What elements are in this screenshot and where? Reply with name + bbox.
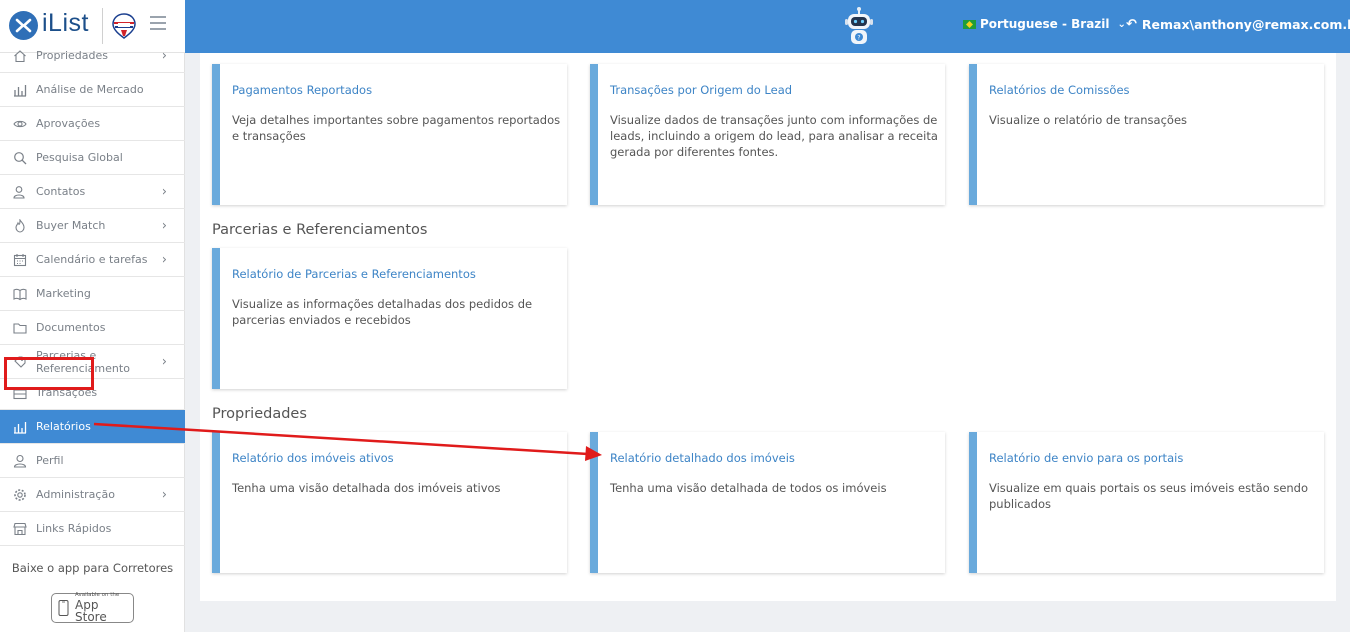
card-description: Visualize dados de transações junto com … bbox=[610, 113, 938, 159]
card-description: Tenha uma visão detalhada de todos os im… bbox=[610, 481, 887, 495]
sidebar-item-perfil[interactable]: Perfil bbox=[0, 444, 185, 478]
highlight-box bbox=[4, 357, 94, 390]
reports-icon bbox=[13, 420, 27, 434]
card-description: Visualize em quais portais os seus imóve… bbox=[989, 481, 1309, 511]
report-card-pagamentos-reportados[interactable]: Pagamentos Reportados Veja detalhes impo… bbox=[212, 64, 567, 205]
sidebar-item-aprovacoes[interactable]: Aprovações bbox=[0, 107, 185, 141]
card-title[interactable]: Relatório de Parcerias e Referenciamento… bbox=[232, 267, 476, 281]
home-icon bbox=[13, 49, 27, 63]
chevron-right-icon: › bbox=[161, 487, 167, 502]
menu-toggle-icon[interactable] bbox=[150, 16, 166, 30]
sidebar-item-label: Documentos bbox=[36, 321, 106, 334]
card-title[interactable]: Relatório de envio para os portais bbox=[989, 451, 1183, 465]
sidebar-item-label: Administração bbox=[36, 488, 115, 501]
chevron-right-icon: › bbox=[161, 354, 167, 369]
folder-icon bbox=[13, 321, 27, 335]
report-card-detalhado-imoveis[interactable]: Relatório detalhado dos imóveis Tenha um… bbox=[590, 432, 945, 573]
app-download-title: Baixe o app para Corretores bbox=[11, 561, 174, 575]
user-account[interactable]: ↶ Remax\anthony@remax.com.br bbox=[1126, 17, 1350, 32]
assistant-robot-icon[interactable]: ? bbox=[842, 6, 876, 48]
card-title[interactable]: Relatórios de Comissões bbox=[989, 83, 1130, 97]
ilist-logo-icon[interactable] bbox=[9, 11, 38, 40]
sidebar-item-pesquisa-global[interactable]: Pesquisa Global bbox=[0, 141, 185, 175]
report-card-transacoes-origem-lead[interactable]: Transações por Origem do Lead Visualize … bbox=[590, 64, 945, 205]
sidebar-item-label: Relatórios bbox=[36, 420, 91, 433]
gear-icon bbox=[13, 488, 27, 502]
store-icon bbox=[13, 522, 27, 536]
sidebar-item-documentos[interactable]: Documentos bbox=[0, 311, 185, 345]
chevron-right-icon: › bbox=[161, 252, 167, 267]
svg-text:?: ? bbox=[857, 35, 860, 42]
sidebar-item-label: Links Rápidos bbox=[36, 522, 112, 535]
user-email: Remax\anthony@remax.com.br bbox=[1141, 17, 1350, 32]
report-card-parcerias[interactable]: Relatório de Parcerias e Referenciamento… bbox=[212, 248, 567, 389]
chevron-right-icon: › bbox=[161, 218, 167, 233]
report-card-relatorios-comissoes[interactable]: Relatórios de Comissões Visualize o rela… bbox=[969, 64, 1324, 205]
sidebar-item-links-rapidos[interactable]: Links Rápidos bbox=[0, 512, 185, 546]
sidebar-item-propriedades[interactable]: Propriedades › bbox=[0, 39, 185, 73]
remax-balloon-icon bbox=[110, 12, 138, 40]
sidebar-item-label: Marketing bbox=[36, 287, 91, 300]
eye-icon bbox=[13, 117, 27, 131]
app-store-button[interactable]: Available on the App Store bbox=[51, 592, 134, 625]
sidebar-item-label: Buyer Match bbox=[36, 219, 106, 232]
sidebar-item-label: Calendário e tarefas bbox=[36, 253, 148, 266]
brand-name[interactable]: iList bbox=[42, 9, 89, 38]
sidebar: Propriedades › Análise de Mercado Aprova… bbox=[0, 48, 185, 632]
fire-icon bbox=[13, 217, 27, 233]
sidebar-item-marketing[interactable]: Marketing bbox=[0, 277, 185, 311]
sidebar-item-contatos[interactable]: Contatos › bbox=[0, 175, 185, 209]
sidebar-item-analise-de-mercado[interactable]: Análise de Mercado bbox=[0, 73, 185, 107]
sidebar-item-administracao[interactable]: Administração › bbox=[0, 478, 185, 512]
card-title[interactable]: Relatório detalhado dos imóveis bbox=[610, 451, 795, 465]
sidebar-item-label: Perfil bbox=[36, 454, 64, 467]
sidebar-item-label: Propriedades bbox=[36, 49, 108, 62]
newspaper-icon bbox=[13, 287, 27, 301]
card-description: Visualize as informações detalhadas dos … bbox=[232, 297, 533, 327]
card-title[interactable]: Transações por Origem do Lead bbox=[610, 83, 792, 97]
sidebar-item-buyer-match[interactable]: Buyer Match › bbox=[0, 209, 185, 243]
contacts-icon bbox=[13, 185, 27, 199]
report-card-envio-portais[interactable]: Relatório de envio para os portais Visua… bbox=[969, 432, 1324, 573]
sidebar-item-label: Pesquisa Global bbox=[36, 151, 123, 164]
appstore-big-text: App Store bbox=[75, 598, 107, 625]
brazil-flag-icon bbox=[963, 19, 976, 29]
search-icon bbox=[13, 151, 27, 165]
apple-icon bbox=[58, 600, 69, 616]
reports-content: Pagamentos Reportados Veja detalhes impo… bbox=[200, 53, 1336, 601]
chevron-down-icon: ⌄ bbox=[1117, 18, 1126, 30]
card-title[interactable]: Relatório dos imóveis ativos bbox=[232, 451, 394, 465]
chevron-right-icon: › bbox=[161, 184, 167, 199]
sidebar-item-label: Contatos bbox=[36, 185, 86, 198]
sidebar-item-label: Análise de Mercado bbox=[36, 83, 144, 96]
card-description: Tenha uma visão detalhada dos imóveis at… bbox=[232, 481, 501, 495]
language-label: Portuguese - Brazil bbox=[980, 17, 1110, 31]
card-title[interactable]: Pagamentos Reportados bbox=[232, 83, 372, 97]
user-icon bbox=[13, 454, 27, 468]
sidebar-item-relatorios[interactable]: Relatórios bbox=[0, 410, 185, 444]
top-bar: iList ? Portuguese - Brazil ⌄ ↶ Remax\an… bbox=[0, 0, 1350, 53]
sidebar-item-label: Aprovações bbox=[36, 117, 101, 130]
card-description: Visualize o relatório de transações bbox=[989, 113, 1188, 127]
section-title-propriedades: Propriedades bbox=[212, 406, 307, 422]
sidebar-item-calendario[interactable]: Calendário e tarefas › bbox=[0, 243, 185, 277]
section-title-parcerias: Parcerias e Referenciamentos bbox=[212, 222, 428, 238]
report-card-imoveis-ativos[interactable]: Relatório dos imóveis ativos Tenha uma v… bbox=[212, 432, 567, 573]
switch-account-icon: ↶ bbox=[1126, 17, 1137, 32]
chevron-right-icon: › bbox=[161, 48, 167, 63]
card-description: Veja detalhes importantes sobre pagament… bbox=[232, 113, 561, 143]
bar-chart-icon bbox=[13, 83, 27, 97]
calendar-icon bbox=[13, 253, 27, 267]
language-selector[interactable]: Portuguese - Brazil ⌄ bbox=[963, 17, 1126, 31]
